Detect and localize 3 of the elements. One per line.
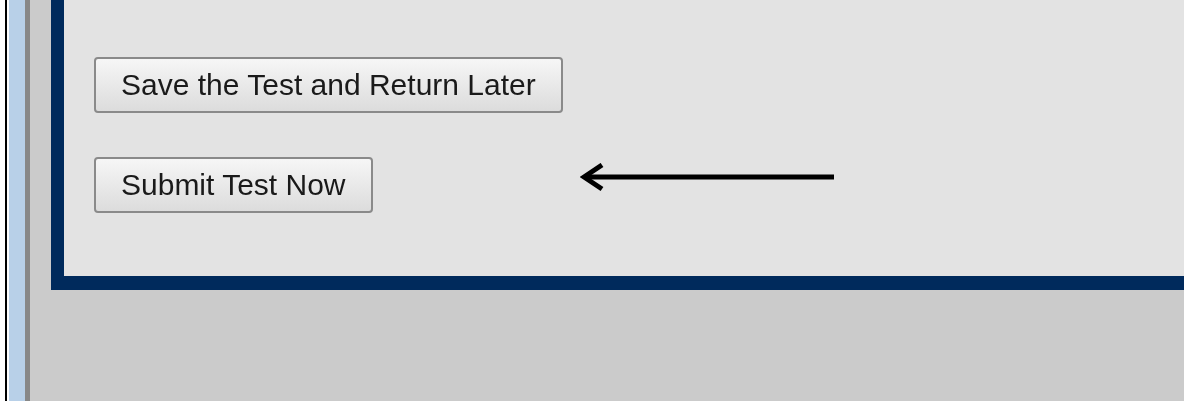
arrow-icon — [580, 163, 834, 192]
action-button[interactable]: Submit Test Now — [94, 157, 373, 213]
action-button[interactable]: Save the Test and Return Later — [94, 57, 563, 113]
